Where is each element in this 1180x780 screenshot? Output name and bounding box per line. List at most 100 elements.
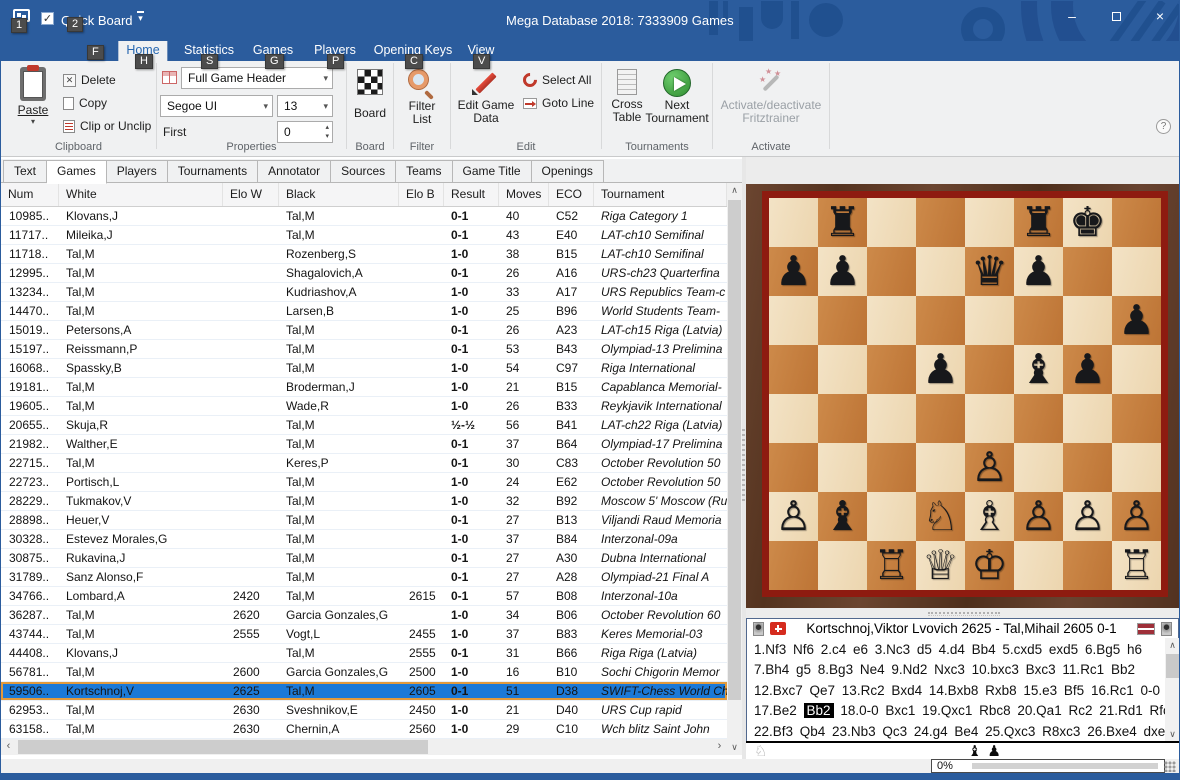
square-c4[interactable]	[867, 394, 916, 443]
table-row[interactable]: 11717..Mileika,JTal,M0-143E40LAT-ch10 Se…	[1, 226, 727, 245]
table-row[interactable]: 16068..Spassky,BTal,M1-054C97Riga Intern…	[1, 359, 727, 378]
square-g1[interactable]	[1063, 541, 1112, 590]
square-a1[interactable]	[769, 541, 818, 590]
table-row[interactable]: 56781..Tal,M2600Garcia Gonzales,G25001-0…	[1, 663, 727, 682]
black-pawn-g5[interactable]: ♟	[1063, 345, 1112, 394]
white-bishop-e2[interactable]: ♗	[965, 492, 1014, 541]
square-b5[interactable]	[818, 345, 867, 394]
resize-grip-icon[interactable]	[1164, 761, 1176, 772]
square-b6[interactable]	[818, 296, 867, 345]
white-pawn-g2[interactable]: ♙	[1063, 492, 1112, 541]
table-row[interactable]: 30875..Rukavina,JTal,M0-127A30Dubna Inte…	[1, 549, 727, 568]
doc-tab-sources[interactable]: Sources	[331, 160, 396, 183]
table-row[interactable]: 10985..Klovans,JTal,M0-140C52Riga Catego…	[1, 207, 727, 226]
moves-text[interactable]: 18.0-0 Bxc1 19.Qxc1 Rbc8 20.Qa1 Rc2 21.R…	[834, 703, 1178, 718]
square-g3[interactable]	[1063, 443, 1112, 492]
table-row[interactable]: 12995..Tal,MShagalovich,A0-126A16URS-ch2…	[1, 264, 727, 283]
column-header-eco[interactable]: ECO	[549, 183, 594, 206]
moves-text[interactable]: 7.Bh4 g5 8.Bg3 Ne4 9.Nd2 Nxc3 10.bxc3 Bx…	[754, 662, 1135, 677]
table-row[interactable]: 13234..Tal,MKudriashov,A1-033A17URS Repu…	[1, 283, 727, 302]
minimize-button[interactable]: –	[1061, 7, 1083, 25]
doc-tab-openings[interactable]: Openings	[532, 160, 604, 183]
next-tournament-button[interactable]: Next Tournament	[642, 69, 712, 125]
black-pawn-h6[interactable]: ♟	[1112, 296, 1161, 345]
scroll-down-icon[interactable]: ∨	[727, 740, 742, 755]
black-rook-f8[interactable]: ♜	[1014, 198, 1063, 247]
table-row[interactable]: 63158..Tal,M2630Chernin,A25601-029C10Wch…	[1, 720, 727, 739]
column-header-result[interactable]: Result	[444, 183, 499, 206]
square-f3[interactable]	[1014, 443, 1063, 492]
table-row[interactable]: 44408..Klovans,JTal,M25550-131B66Riga Ri…	[1, 644, 727, 663]
table-row[interactable]: 62953..Tal,M2630Sveshnikov,E24501-021D40…	[1, 701, 727, 720]
square-h5[interactable]	[1112, 345, 1161, 394]
qat-customize-icon[interactable]: ▾	[137, 11, 144, 23]
square-e4[interactable]	[965, 394, 1014, 443]
notation-scroll-up-icon[interactable]: ∧	[1165, 638, 1180, 652]
table-vertical-scrollbar[interactable]: ∧ ∨	[727, 183, 742, 755]
moves-text[interactable]: 22.Bf3 Qb4 23.Nb3 Qc3 24.g4 Be4 25.Qxc3 …	[754, 724, 1173, 739]
notation-scroll-thumb[interactable]	[1166, 654, 1179, 678]
notation-line[interactable]: 22.Bf3 Qb4 23.Nb3 Qc3 24.g4 Be4 25.Qxc3 …	[754, 722, 1158, 742]
table-row[interactable]: 11718..Tal,MRozenberg,S1-038B15LAT-ch10 …	[1, 245, 727, 264]
black-king-g8[interactable]: ♚	[1063, 198, 1112, 247]
select-all-button[interactable]: Select All	[523, 71, 591, 89]
clip-or-unclip-button[interactable]: Clip or Unclip	[63, 117, 151, 135]
column-header-elo-w[interactable]: Elo W	[223, 183, 279, 206]
table-row[interactable]: 43744..Tal,M2555Vogt,L24551-037B83Keres …	[1, 625, 727, 644]
doc-tab-game-title[interactable]: Game Title	[453, 160, 532, 183]
board-panel-grip-icon[interactable]	[928, 612, 1000, 616]
notation-line[interactable]: 17.Be2 Bb2 18.0-0 Bxc1 19.Qxc1 Rbc8 20.Q…	[754, 701, 1158, 721]
square-a3[interactable]	[769, 443, 818, 492]
square-h4[interactable]	[1112, 394, 1161, 443]
table-row[interactable]: 20655..Skuja,RTal,M½-½56B41LAT-ch22 Riga…	[1, 416, 727, 435]
quick-board-checkbox[interactable]: ✓	[41, 12, 54, 25]
scroll-left-icon[interactable]: ‹	[1, 739, 16, 755]
notation-line[interactable]: 12.Bxc7 Qe7 13.Rc2 Bxd4 14.Bxb8 Rxb8 15.…	[754, 681, 1158, 701]
square-d4[interactable]	[916, 394, 965, 443]
square-f1[interactable]	[1014, 541, 1063, 590]
square-c8[interactable]	[867, 198, 916, 247]
black-pawn-a7[interactable]: ♟	[769, 247, 818, 296]
square-d6[interactable]	[916, 296, 965, 345]
filter-list-button[interactable]: Filter List	[399, 69, 445, 126]
table-row[interactable]: 15197..Reissmann,PTal,M0-153B43Olympiad-…	[1, 340, 727, 359]
moves-text[interactable]: 1.Nf3 Nf6 2.c4 e6 3.Nc3 d5 4.d4 Bb4 5.cx…	[754, 642, 1142, 657]
paste-button[interactable]: Paste ▾	[9, 67, 57, 126]
splitter-grip-icon[interactable]	[742, 429, 745, 501]
square-d8[interactable]	[916, 198, 965, 247]
square-c6[interactable]	[867, 296, 916, 345]
notation-line[interactable]: 1.Nf3 Nf6 2.c4 e6 3.Nc3 d5 4.d4 Bb4 5.cx…	[754, 640, 1158, 660]
scroll-up-icon[interactable]: ∧	[727, 183, 742, 198]
board-button[interactable]: Board	[350, 69, 390, 120]
table-row[interactable]: 28229..Tukmakov,VTal,M1-032B92Moscow 5' …	[1, 492, 727, 511]
column-header-num[interactable]: Num	[1, 183, 59, 206]
copy-button[interactable]: Copy	[63, 94, 107, 112]
black-pawn-d5[interactable]: ♟	[916, 345, 965, 394]
white-knight-d2[interactable]: ♘	[916, 492, 965, 541]
column-header-tournament[interactable]: Tournament	[594, 183, 727, 206]
doc-tab-tournaments[interactable]: Tournaments	[168, 160, 258, 183]
game-caption-bar[interactable]: Kortschnoj,Viktor Lvovich 2625 - Tal,Mih…	[746, 618, 1179, 639]
table-row[interactable]: 14470..Tal,MLarsen,B1-025B96World Studen…	[1, 302, 727, 321]
table-header[interactable]: NumWhiteElo WBlackElo BResultMovesECOTou…	[1, 183, 727, 207]
scroll-right-icon[interactable]: ›	[712, 739, 727, 755]
square-d3[interactable]	[916, 443, 965, 492]
table-row[interactable]: 59506..Kortschnoj,V2625Tal,M26050-151D38…	[1, 682, 727, 701]
column-header-elo-b[interactable]: Elo B	[399, 183, 444, 206]
square-f4[interactable]	[1014, 394, 1063, 443]
column-header-black[interactable]: Black	[279, 183, 399, 206]
paste-dropdown-icon[interactable]: ▾	[9, 117, 57, 126]
delete-button[interactable]: ✕ Delete	[63, 71, 116, 89]
moves-text[interactable]: 12.Bxc7 Qe7 13.Rc2 Bxd4 14.Bxb8 Rxb8 15.…	[754, 683, 1160, 698]
help-icon[interactable]: ?	[1156, 119, 1171, 134]
doc-tab-games[interactable]: Games	[47, 160, 107, 184]
square-a4[interactable]	[769, 394, 818, 443]
white-rook-h1[interactable]: ♖	[1112, 541, 1161, 590]
square-a6[interactable]	[769, 296, 818, 345]
white-king-e1[interactable]: ♔	[965, 541, 1014, 590]
current-move-highlight[interactable]: Bb2	[804, 703, 834, 718]
doc-tab-teams[interactable]: Teams	[396, 160, 452, 183]
header-format-combo[interactable]: Full Game Header▾	[181, 67, 333, 89]
white-pawn-e3[interactable]: ♙	[965, 443, 1014, 492]
table-row[interactable]: 22715..Tal,MKeres,P0-130C83October Revol…	[1, 454, 727, 473]
